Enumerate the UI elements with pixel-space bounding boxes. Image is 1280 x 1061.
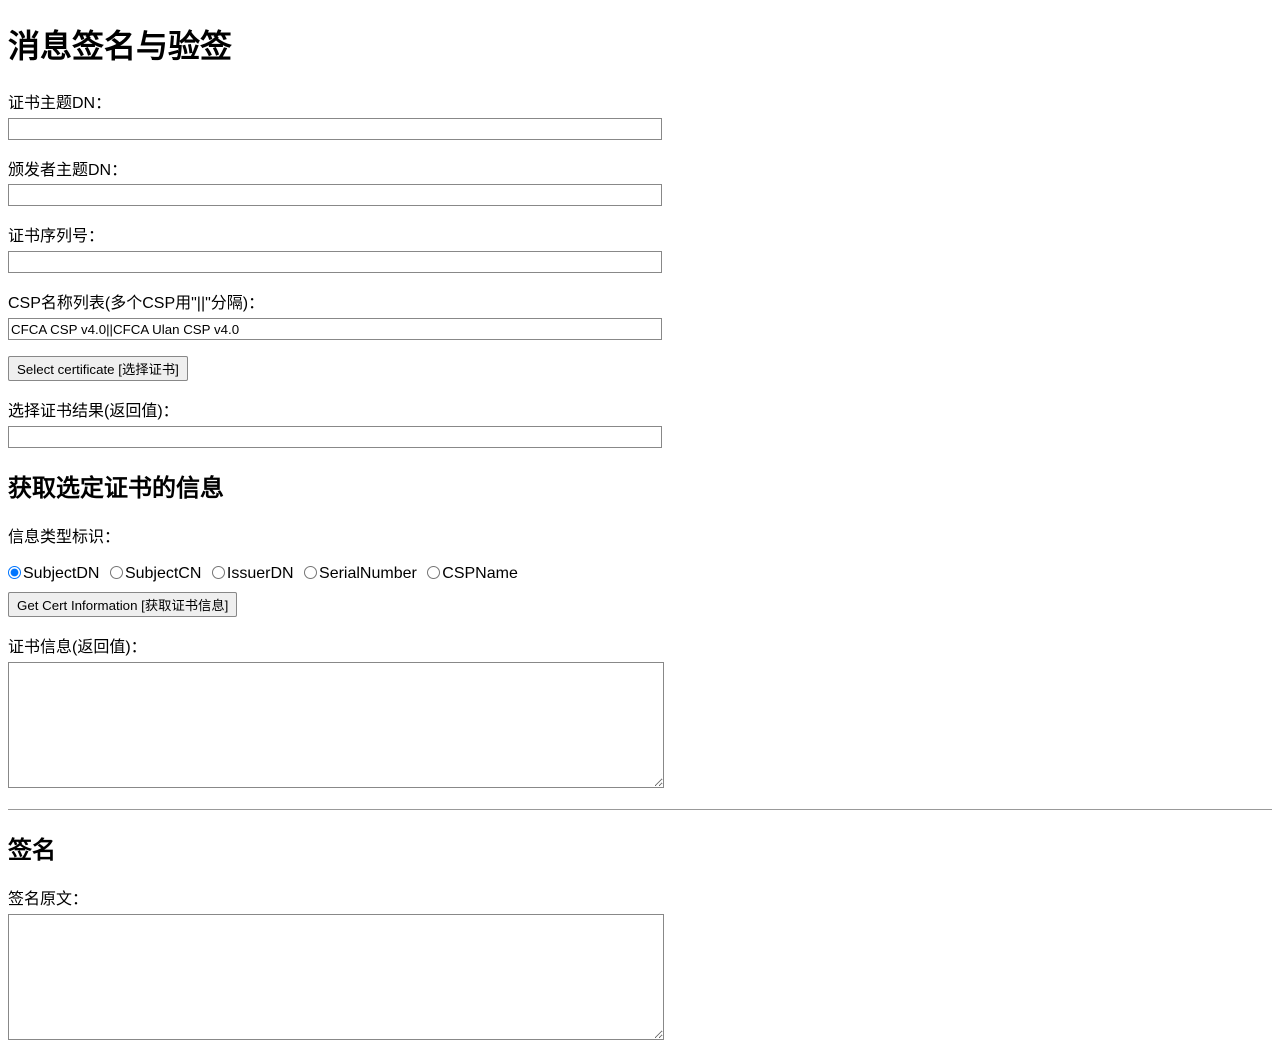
textarea-cert-info-result[interactable] — [8, 662, 664, 788]
radio-label-subject-cn: SubjectCN — [125, 565, 201, 582]
radio-subject-dn[interactable] — [8, 566, 21, 579]
radio-label-csp-name: CSPName — [442, 565, 518, 582]
label-subject-dn: 证书主题DN： — [8, 89, 1272, 113]
input-csp-list[interactable] — [8, 318, 662, 340]
label-csp-list: CSP名称列表(多个CSP用"||"分隔)： — [8, 289, 1272, 313]
label-serial-number: 证书序列号： — [8, 222, 1272, 246]
radio-group-info-type: SubjectDN SubjectCN IssuerDN SerialNumbe… — [8, 563, 1272, 583]
label-sign-source: 签名原文： — [8, 885, 1272, 909]
label-issuer-dn: 颁发者主题DN： — [8, 156, 1272, 180]
input-subject-dn[interactable] — [8, 118, 662, 140]
get-cert-info-button[interactable] — [8, 592, 237, 617]
radio-csp-name[interactable] — [427, 566, 440, 579]
label-cert-info-result: 证书信息(返回值)： — [8, 633, 1272, 657]
label-info-type: 信息类型标识： — [8, 523, 1272, 547]
input-serial-number[interactable] — [8, 251, 662, 273]
label-select-cert-result: 选择证书结果(返回值)： — [8, 397, 1272, 421]
radio-label-subject-dn: SubjectDN — [23, 565, 99, 582]
radio-serial-number[interactable] — [304, 566, 317, 579]
page-title: 消息签名与验签 — [8, 21, 1272, 67]
input-issuer-dn[interactable] — [8, 184, 662, 206]
textarea-sign-source[interactable] — [8, 914, 664, 1040]
radio-label-serial-number: SerialNumber — [319, 565, 417, 582]
input-select-cert-result[interactable] — [8, 426, 662, 448]
select-certificate-button[interactable] — [8, 356, 188, 381]
radio-subject-cn[interactable] — [110, 566, 123, 579]
section-sign: 签名 — [8, 830, 1272, 865]
radio-issuer-dn[interactable] — [212, 566, 225, 579]
section-get-cert-info: 获取选定证书的信息 — [8, 468, 1272, 503]
radio-label-issuer-dn: IssuerDN — [227, 565, 294, 582]
divider — [8, 809, 1272, 810]
